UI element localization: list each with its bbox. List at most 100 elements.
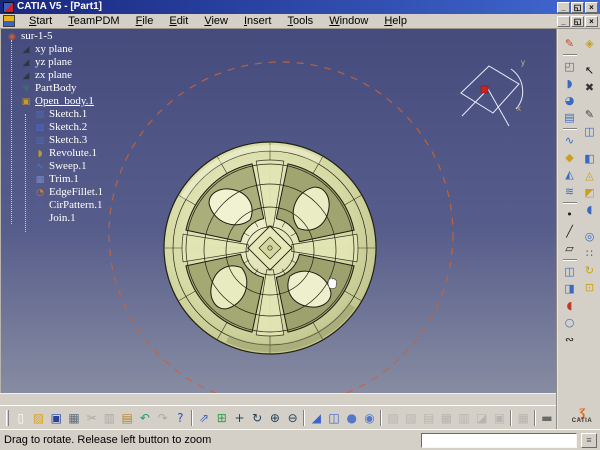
constraint-icon[interactable]: ◎	[581, 228, 598, 245]
power-input-button[interactable]: ≡	[581, 433, 597, 448]
menu-window[interactable]: Window	[321, 14, 376, 29]
symmetry-icon[interactable]: ◬	[581, 167, 598, 184]
line-icon[interactable]: ╱	[561, 223, 578, 240]
redo-icon: ↷	[154, 409, 172, 427]
sketcher-icon[interactable]: ✎	[561, 35, 578, 52]
pan-icon[interactable]: +	[231, 409, 249, 427]
doc-restore-button[interactable]: ◱	[571, 16, 584, 27]
tree-item-open-body-1[interactable]: ▣Open_body.1	[6, 95, 103, 108]
tree-item-join-1[interactable]: ◫Join.1	[6, 212, 103, 225]
part-root-icon: ◉	[6, 31, 18, 43]
minimize-button[interactable]: _	[557, 2, 570, 13]
compass-label-y: y	[521, 58, 525, 67]
trim-operation-icon[interactable]: ○	[561, 314, 578, 331]
tree-guide-line	[25, 114, 26, 232]
zoom-out-icon[interactable]: ⊖	[284, 409, 302, 427]
fit-all-in-icon[interactable]: ⊞	[213, 409, 231, 427]
tree-item-sur-1-5[interactable]: ◉sur-1-5	[6, 30, 103, 43]
shaded-edges-view-icon[interactable]: ◉	[361, 409, 379, 427]
blend-surface-icon[interactable]: ◭	[561, 166, 578, 183]
revolute-icon: ◗	[34, 148, 46, 160]
tree-item-sweep-1[interactable]: ∿Sweep.1	[6, 160, 103, 173]
power-input[interactable]	[421, 433, 577, 448]
scale-transform-icon[interactable]: ⊡	[581, 279, 598, 296]
menu-teampdm[interactable]: TeamPDM	[60, 14, 127, 29]
select-arrow-icon[interactable]: ↖	[581, 62, 598, 79]
fly-mode-icon[interactable]: ⇗	[195, 409, 213, 427]
circular-pattern-icon[interactable]: ∷	[581, 245, 598, 262]
menu-help[interactable]: Help	[376, 14, 415, 29]
tree-guide-line	[11, 40, 12, 224]
swept-surface-icon[interactable]: ∿	[561, 132, 578, 149]
tree-item-sketch-2[interactable]: ▨Sketch.2	[6, 121, 103, 134]
menu-bar: StartTeamPDMFileEditViewInsertToolsWindo…	[0, 14, 600, 29]
menu-start[interactable]: Start	[21, 14, 60, 29]
3d-viewport[interactable]: y x ◉sur-1-5◢xy plane◢yz plane◢zx plane☼…	[0, 29, 556, 393]
close-button[interactable]: ×	[585, 2, 598, 13]
toolbar-separator	[380, 410, 382, 426]
status-bar: Drag to rotate. Release left button to z…	[0, 429, 600, 450]
link-manager-icon: ▤	[420, 409, 438, 427]
menu-view[interactable]: View	[196, 14, 236, 29]
tree-item-revolute-1[interactable]: ◗Revolute.1	[6, 147, 103, 160]
tree-item-edgefillet-1[interactable]: ◔EdgeFillet.1	[6, 186, 103, 199]
catalog-window-icon[interactable]: ◫	[581, 123, 598, 140]
menu-file[interactable]: File	[128, 14, 162, 29]
menu-tools[interactable]: Tools	[280, 14, 322, 29]
join-icon: ◫	[34, 213, 46, 225]
tree-item-yz-plane[interactable]: ◢yz plane	[6, 56, 103, 69]
tree-item-zx-plane[interactable]: ◢zx plane	[6, 69, 103, 82]
save-icon[interactable]: ▣	[47, 409, 65, 427]
restore-button[interactable]: ◱	[571, 2, 584, 13]
sphere-surface-icon[interactable]: ◕	[561, 92, 578, 109]
undo-icon[interactable]: ↶	[136, 409, 154, 427]
sketch-page-icon[interactable]: ✎	[581, 106, 598, 123]
extrude-surface-icon[interactable]: ◰	[561, 58, 578, 75]
revolve-surface-icon[interactable]: ◗	[561, 75, 578, 92]
tree-item-sketch-1[interactable]: ▨Sketch.1	[6, 108, 103, 121]
boundary-icon[interactable]: ∾	[561, 331, 578, 348]
shell-surface-icon[interactable]: ◖	[581, 201, 598, 218]
quick-print-icon: ▦	[514, 409, 532, 427]
tree-item-sketch-3[interactable]: ▨Sketch.3	[6, 134, 103, 147]
tree-item-partbody[interactable]: ☼PartBody	[6, 82, 103, 95]
tree-item-cirpattern-1[interactable]: ∷CirPattern.1	[6, 199, 103, 212]
point-icon[interactable]: •	[561, 206, 578, 223]
window-title: CATIA V5 - [Part1]	[17, 0, 557, 14]
measure-icon[interactable]: ▬	[538, 409, 556, 427]
normal-view-icon[interactable]: ◢	[307, 409, 325, 427]
toolbar-separator	[510, 410, 512, 426]
rotate-icon[interactable]: ↻	[248, 409, 266, 427]
doc-minimize-button[interactable]: _	[557, 16, 570, 27]
split-icon[interactable]: ◖	[561, 297, 578, 314]
app-icon	[3, 2, 14, 13]
zoom-in-icon[interactable]: ⊕	[266, 409, 284, 427]
shape-morphing-icon[interactable]: ◧	[581, 150, 598, 167]
partbody-icon: ☼	[20, 83, 32, 95]
workbench-gsd-icon[interactable]: ◈	[581, 35, 598, 52]
join-surface-icon[interactable]: ◫	[561, 263, 578, 280]
rotate-transform-icon[interactable]: ↻	[581, 262, 598, 279]
tools-palette-icon[interactable]: ✖	[581, 79, 598, 96]
print-icon[interactable]: ▦	[65, 409, 83, 427]
fill-surface-icon[interactable]: ◆	[561, 149, 578, 166]
offset-surface-icon[interactable]: ▤	[561, 109, 578, 126]
multi-sections-surface-icon[interactable]: ≋	[561, 183, 578, 200]
catalog-browser-icon: ▦	[438, 409, 456, 427]
view-compass[interactable]: y x	[451, 53, 533, 139]
tree-item-xy-plane[interactable]: ◢xy plane	[6, 43, 103, 56]
healing-icon[interactable]: ◨	[561, 280, 578, 297]
new-document-icon[interactable]: ▯	[12, 409, 30, 427]
whats-this-icon[interactable]: ?	[171, 409, 189, 427]
menu-edit[interactable]: Edit	[161, 14, 196, 29]
multi-view-icon[interactable]: ◫	[325, 409, 343, 427]
menu-insert[interactable]: Insert	[236, 14, 280, 29]
tree-item-trim-1[interactable]: ▦Trim.1	[6, 173, 103, 186]
shaded-view-icon[interactable]: ●	[343, 409, 361, 427]
plane-icon[interactable]: ▱	[561, 240, 578, 257]
toolbar-grip[interactable]	[6, 410, 9, 426]
power-copy-icon[interactable]: ◩	[581, 184, 598, 201]
paste-icon[interactable]: ▤	[118, 409, 136, 427]
open-folder-icon[interactable]: ▨	[30, 409, 48, 427]
doc-close-button[interactable]: ×	[585, 16, 598, 27]
